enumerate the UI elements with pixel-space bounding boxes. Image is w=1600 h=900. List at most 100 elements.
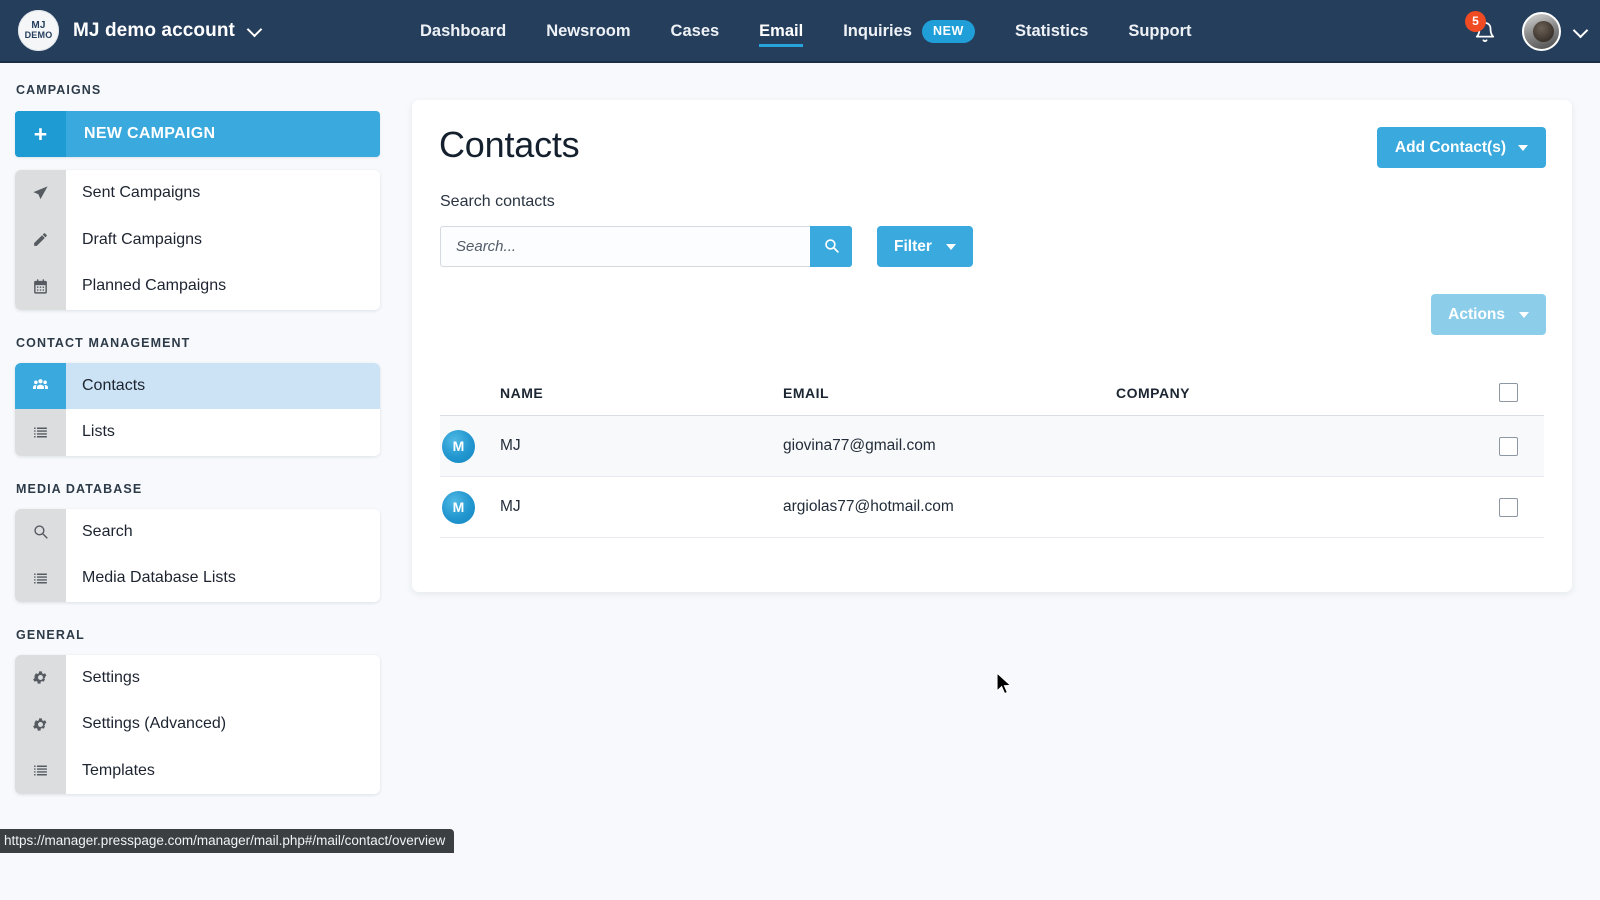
mouse-cursor	[996, 671, 1016, 703]
sidebar-item-label: Settings	[82, 668, 140, 686]
sidebar-item-label: Media Database Lists	[82, 569, 236, 587]
pencil-icon	[15, 216, 66, 263]
sidebar-group-general: Settings Settings (Advanced) Templates	[15, 654, 380, 794]
sidebar-item-planned-campaigns[interactable]: Planned Campaigns	[15, 263, 380, 310]
gear-icon	[15, 701, 66, 748]
nav-label: Newsroom	[546, 22, 631, 40]
notification-count-badge: 5	[1465, 10, 1486, 32]
account-switcher[interactable]: MJ DEMO MJ demo account	[0, 10, 263, 51]
sidebar-heading-media-database: MEDIA DATABASE	[16, 481, 143, 496]
contact-email: argiolas77@hotmail.com	[783, 498, 954, 515]
account-name: MJ demo account	[73, 19, 235, 41]
nav-item-email[interactable]: Email	[739, 0, 823, 63]
search-row: Filter	[440, 226, 973, 267]
select-all-cell	[1472, 383, 1544, 402]
table-row[interactable]: M MJ argiolas77@hotmail.com	[440, 477, 1544, 538]
sidebar: CAMPAIGNS + NEW CAMPAIGN Sent Campaigns …	[0, 65, 400, 900]
notifications-button[interactable]: 5	[1464, 10, 1510, 52]
sidebar-item-label: Contacts	[82, 376, 146, 394]
list-icon	[15, 747, 66, 794]
column-header-name: NAME	[500, 384, 544, 401]
actions-label: Actions	[1448, 305, 1505, 323]
sidebar-item-settings-advanced[interactable]: Settings (Advanced)	[15, 701, 380, 748]
sidebar-item-templates[interactable]: Templates	[15, 747, 380, 794]
nav-label: Inquiries	[843, 22, 912, 40]
contact-name: MJ	[500, 498, 521, 515]
sidebar-item-label: Draft Campaigns	[82, 230, 203, 248]
avatar: M	[442, 429, 475, 463]
user-menu-chevron-down-icon[interactable]	[1572, 22, 1589, 41]
nav-item-support[interactable]: Support	[1108, 0, 1211, 63]
sidebar-group-media-database: Search Media Database Lists	[15, 508, 380, 602]
sidebar-group-campaigns: Sent Campaigns Draft Campaigns Planned C…	[15, 170, 380, 310]
row-select-cell	[1472, 436, 1544, 456]
sidebar-item-label: Settings (Advanced)	[82, 715, 227, 733]
nav-label: Dashboard	[420, 22, 507, 40]
nav-item-dashboard[interactable]: Dashboard	[400, 0, 526, 63]
row-select-cell	[1472, 497, 1544, 517]
search-submit-button[interactable]	[810, 226, 852, 267]
row-checkbox[interactable]	[1498, 436, 1518, 456]
sidebar-item-contacts[interactable]: Contacts	[15, 362, 380, 409]
nav-label: Cases	[670, 22, 720, 40]
sidebar-group-contact-management: Contacts Lists	[15, 362, 380, 456]
page-title: Contacts	[439, 124, 580, 165]
avatar: M	[442, 490, 475, 524]
top-navigation-bar: MJ DEMO MJ demo account Dashboard Newsro…	[0, 0, 1600, 63]
search-input[interactable]	[456, 238, 810, 255]
avatar[interactable]	[1522, 12, 1561, 51]
new-campaign-label: NEW CAMPAIGN	[84, 125, 216, 142]
new-badge: NEW	[921, 20, 975, 43]
nav-label: Statistics	[1014, 22, 1089, 40]
search-input-wrapper[interactable]	[440, 226, 810, 267]
contacts-table: NAME EMAIL COMPANY M MJ giovina77@gmail.…	[440, 370, 1544, 538]
nav-right-cluster: 5	[1464, 0, 1589, 63]
sidebar-item-label: Lists	[82, 423, 115, 441]
sidebar-item-media-database-lists[interactable]: Media Database Lists	[15, 555, 380, 602]
new-campaign-button[interactable]: + NEW CAMPAIGN	[15, 111, 380, 157]
sidebar-item-settings[interactable]: Settings	[15, 654, 380, 701]
gear-icon	[15, 654, 66, 701]
sidebar-item-label: Sent Campaigns	[82, 184, 201, 202]
contacts-panel: Contacts Add Contact(s) Search contacts …	[412, 100, 1572, 592]
sidebar-item-draft-campaigns[interactable]: Draft Campaigns	[15, 216, 380, 263]
chevron-down-icon	[246, 21, 263, 40]
sidebar-heading-general: GENERAL	[16, 627, 85, 642]
row-checkbox[interactable]	[1498, 497, 1518, 517]
select-all-checkbox[interactable]	[1498, 383, 1518, 402]
logo-line-2: DEMO	[24, 30, 53, 40]
nav-item-newsroom[interactable]: Newsroom	[526, 0, 650, 63]
chevron-down-icon	[945, 243, 956, 250]
people-icon	[15, 362, 66, 409]
sidebar-item-lists[interactable]: Lists	[15, 409, 380, 456]
column-header-company: COMPANY	[1116, 384, 1191, 401]
table-row[interactable]: M MJ giovina77@gmail.com	[440, 416, 1544, 477]
status-bar-url: https://manager.presspage.com/manager/ma…	[0, 829, 455, 853]
paper-plane-icon	[15, 170, 66, 217]
add-contacts-button[interactable]: Add Contact(s)	[1376, 127, 1546, 168]
list-icon	[15, 555, 66, 602]
sidebar-heading-contact-management: CONTACT MANAGEMENT	[16, 335, 191, 350]
contact-name-cell: M MJ	[440, 490, 783, 524]
nav-label: Support	[1128, 22, 1192, 40]
filter-button[interactable]: Filter	[877, 226, 973, 267]
sidebar-item-label: Search	[82, 522, 133, 540]
sidebar-item-sent-campaigns[interactable]: Sent Campaigns	[15, 170, 380, 217]
column-header-email: EMAIL	[783, 384, 830, 401]
sidebar-item-label: Planned Campaigns	[82, 277, 227, 295]
sidebar-heading-campaigns: CAMPAIGNS	[16, 83, 102, 97]
nav-item-statistics[interactable]: Statistics	[995, 0, 1108, 63]
search-icon	[823, 237, 840, 257]
actions-button[interactable]: Actions	[1431, 294, 1546, 335]
search-icon	[15, 508, 66, 555]
plus-icon: +	[15, 111, 66, 157]
bell-icon: 5	[1465, 10, 1496, 43]
table-header-row: NAME EMAIL COMPANY	[440, 370, 1544, 416]
sidebar-item-label: Templates	[82, 761, 155, 779]
sidebar-item-search[interactable]: Search	[15, 508, 380, 555]
chevron-down-icon	[1519, 311, 1529, 318]
nav-item-cases[interactable]: Cases	[651, 0, 740, 63]
nav-item-inquiries[interactable]: Inquiries NEW	[823, 0, 995, 63]
calendar-icon	[15, 263, 66, 310]
contact-name-cell: M MJ	[440, 429, 783, 463]
